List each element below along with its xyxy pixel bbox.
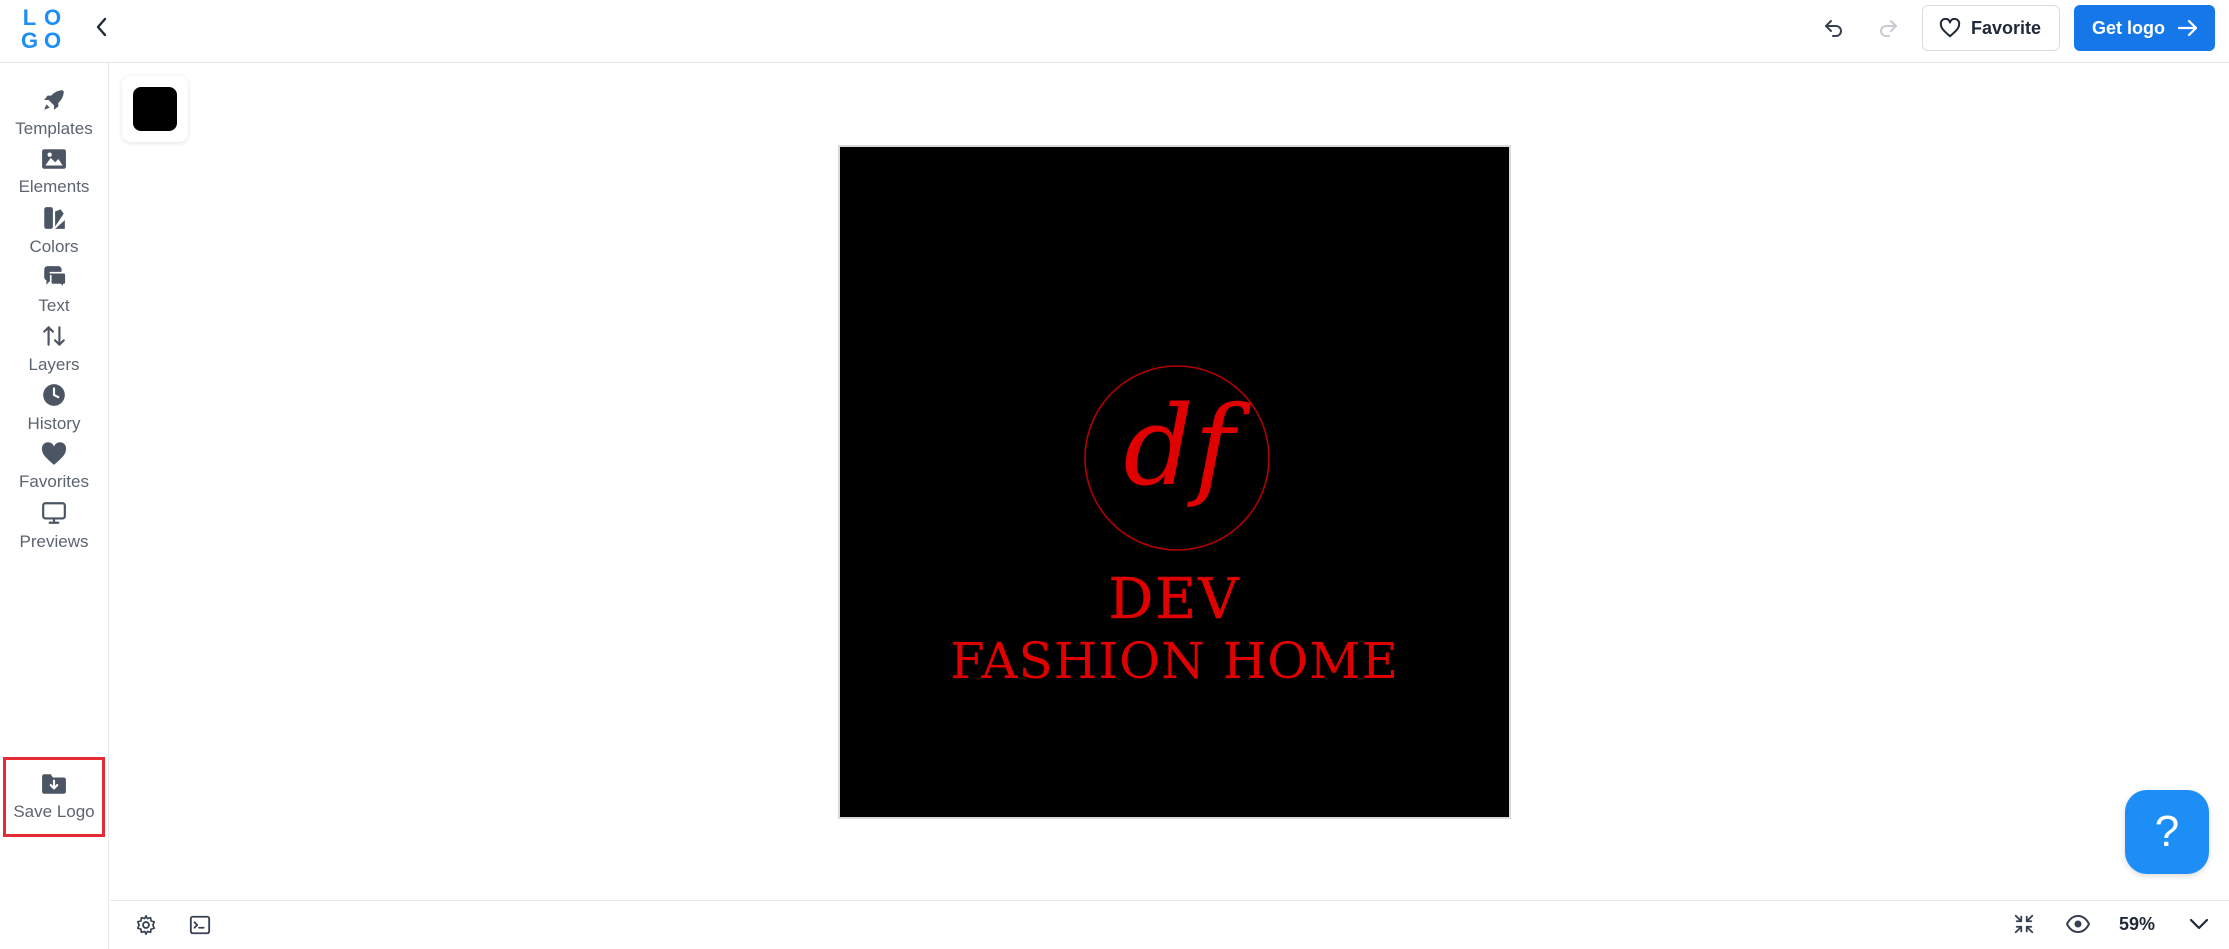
top-actions: Favorite Get logo bbox=[1814, 5, 2215, 51]
bottom-left-tools bbox=[130, 909, 216, 941]
folder-download-icon bbox=[42, 774, 66, 794]
rocket-icon bbox=[44, 90, 64, 110]
brand-line-2[interactable]: FASHION HOME bbox=[840, 632, 1509, 690]
app-logo[interactable]: L O G O bbox=[18, 6, 64, 52]
logo-letter: O bbox=[43, 5, 62, 30]
brand-line-1[interactable]: DEV bbox=[840, 567, 1509, 633]
layers-arrows-icon bbox=[43, 326, 65, 346]
arrow-right-icon bbox=[2177, 19, 2198, 37]
heart-icon bbox=[41, 442, 67, 465]
gear-icon bbox=[136, 915, 156, 935]
sidebar-item-label: Previews bbox=[19, 532, 89, 551]
clock-icon bbox=[43, 384, 65, 406]
sidebar-item-previews[interactable]: Previews bbox=[0, 486, 108, 566]
redo-button[interactable] bbox=[1868, 8, 1908, 48]
get-logo-label: Get logo bbox=[2092, 17, 2165, 38]
background-color-picker[interactable] bbox=[122, 76, 188, 142]
logo-letter: L bbox=[22, 5, 37, 30]
eye-icon bbox=[2066, 914, 2090, 934]
top-bar: L O G O Favorite Get logo bbox=[0, 0, 2229, 63]
monitor-icon bbox=[42, 502, 66, 524]
favorite-label: Favorite bbox=[1970, 17, 2041, 38]
help-button[interactable]: ? bbox=[2125, 790, 2209, 874]
logo-artboard[interactable]: df DEV FASHION HOME bbox=[838, 145, 1511, 819]
monogram-text: df bbox=[1123, 382, 1250, 510]
zoom-dropdown-button[interactable] bbox=[2179, 907, 2219, 941]
get-logo-button[interactable]: Get logo bbox=[2074, 5, 2215, 51]
help-label: ? bbox=[2154, 807, 2180, 856]
chevron-down-icon bbox=[2189, 918, 2209, 930]
left-sidebar: Templates Elements Colors Text Layers Hi… bbox=[0, 63, 109, 949]
compress-arrows-icon bbox=[2014, 914, 2034, 934]
monogram-emblem[interactable]: df bbox=[1083, 364, 1271, 552]
sidebar-item-save-logo[interactable]: Save Logo bbox=[3, 757, 105, 837]
logo-letter: O bbox=[43, 28, 62, 53]
terminal-icon bbox=[189, 915, 211, 935]
background-color-swatch bbox=[133, 87, 177, 131]
text-bubble-icon bbox=[44, 266, 67, 290]
undo-button[interactable] bbox=[1814, 8, 1854, 48]
bottom-right-tools: 59% bbox=[2007, 907, 2219, 941]
favorite-button[interactable]: Favorite bbox=[1921, 5, 2060, 51]
undo-icon bbox=[1824, 20, 1842, 37]
console-button[interactable] bbox=[184, 909, 216, 941]
fit-screen-button[interactable] bbox=[2007, 907, 2041, 941]
logo-letter: G bbox=[20, 28, 39, 53]
palette-icon bbox=[44, 207, 65, 229]
redo-icon bbox=[1880, 20, 1897, 37]
chevron-left-icon bbox=[96, 17, 107, 37]
image-icon bbox=[42, 149, 66, 169]
settings-button[interactable] bbox=[130, 909, 162, 941]
zoom-level: 59% bbox=[2118, 913, 2156, 934]
back-button[interactable] bbox=[86, 12, 116, 42]
bottom-bar: 59% bbox=[110, 900, 2229, 949]
heart-outline-icon bbox=[1939, 18, 1961, 38]
logo-editor-app: L O G O Favorite Get logo Templates Elem… bbox=[0, 0, 2229, 949]
preview-button[interactable] bbox=[2061, 907, 2095, 941]
sidebar-item-label: Save Logo bbox=[13, 802, 95, 821]
